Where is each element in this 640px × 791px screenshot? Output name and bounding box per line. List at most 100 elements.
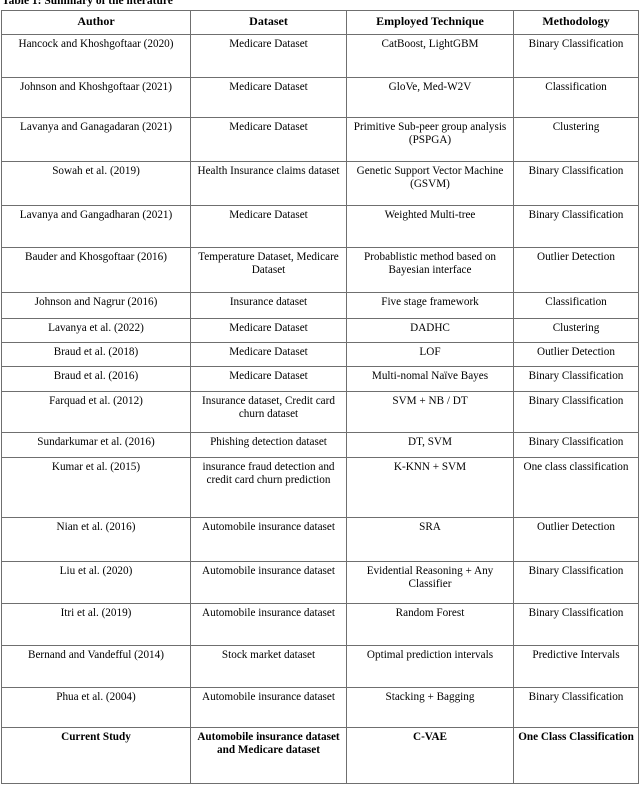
literature-summary-table-wrapper: Author Dataset Employed Technique Method… <box>1 10 639 784</box>
author-cell: Hancock and Khoshgoftaar (2020) <box>1 33 191 78</box>
employed-technique-cell: Random Forest <box>346 602 514 646</box>
author-cell: Sundarkumar et al. (2016) <box>1 431 191 458</box>
author-cell: Kumar et al. (2015) <box>1 456 191 518</box>
column-header-methodology: Methodology <box>513 10 639 35</box>
methodology-cell: Binary Classification <box>513 365 639 392</box>
dataset-cell: Medicare Dataset <box>190 33 347 78</box>
table-row: Hancock and Khoshgoftaar (2020) Medicare … <box>1 33 639 78</box>
table-row: Braud et al. (2016) Medicare Dataset Multi… <box>1 365 639 392</box>
methodology-cell: Outlier Detection <box>513 516 639 562</box>
dataset-cell: Stock market dataset <box>190 644 347 688</box>
table-row: Farquad et al. (2012) Insurance dataset, … <box>1 390 639 433</box>
employed-technique-cell: Weighted Multi-tree <box>346 204 514 248</box>
methodology-cell: Clustering <box>513 116 639 162</box>
table-row: Sowah et al. (2019) Health Insurance clai… <box>1 160 639 206</box>
employed-technique-cell: CatBoost, LightGBM <box>346 33 514 78</box>
employed-technique-cell: SRA <box>346 516 514 562</box>
methodology-cell: Binary Classification <box>513 431 639 458</box>
methodology-cell: Outlier Detection <box>513 246 639 293</box>
column-header-employed-technique: Employed Technique <box>346 10 514 35</box>
employed-technique-cell: DT, SVM <box>346 431 514 458</box>
methodology-cell: Binary Classification <box>513 33 639 78</box>
table-caption-clip: Table 1: Summary of the literature <box>2 0 402 10</box>
employed-technique-cell: Evidential Reasoning + Any Classifier <box>346 560 514 604</box>
table-row: Johnson and Khoshgoftaar (2021) Medicare … <box>1 76 639 118</box>
column-header-author: Author <box>1 10 191 35</box>
employed-technique-cell: K-KNN + SVM <box>346 456 514 518</box>
column-header-dataset: Dataset <box>190 10 347 35</box>
table-body: Hancock and Khoshgoftaar (2020) Medicare … <box>1 33 639 784</box>
methodology-cell: Classification <box>513 76 639 118</box>
author-cell: Bernand and Vandefful (2014) <box>1 644 191 688</box>
employed-technique-cell: LOF <box>346 341 514 367</box>
dataset-cell: Automobile insurance dataset <box>190 560 347 604</box>
table-header: Author Dataset Employed Technique Method… <box>1 10 639 35</box>
dataset-cell: Medicare Dataset <box>190 76 347 118</box>
dataset-cell: Medicare Dataset <box>190 116 347 162</box>
methodology-cell: Binary Classification <box>513 602 639 646</box>
employed-technique-cell: GloVe, Med-W2V <box>346 76 514 118</box>
table-row: Liu et al. (2020) Automobile insurance da… <box>1 560 639 604</box>
methodology-cell: Binary Classification <box>513 390 639 433</box>
table-row: Current Study Automobile insurance datase… <box>1 726 639 784</box>
methodology-cell: Clustering <box>513 317 639 343</box>
methodology-cell: Binary Classification <box>513 686 639 728</box>
table-row: Braud et al. (2018) Medicare Dataset LOF Ou… <box>1 341 639 367</box>
author-cell: Lavanya and Gangadharan (2021) <box>1 204 191 248</box>
table-row: Phua et al. (2004) Automobile insurance d… <box>1 686 639 728</box>
author-cell: Bauder and Khosgoftaar (2016) <box>1 246 191 293</box>
dataset-cell: Automobile insurance dataset <box>190 516 347 562</box>
dataset-cell: Medicare Dataset <box>190 341 347 367</box>
dataset-cell: Medicare Dataset <box>190 204 347 248</box>
employed-technique-cell: Primitive Sub-peer group analysis (PSPGA… <box>346 116 514 162</box>
methodology-cell: Binary Classification <box>513 560 639 604</box>
dataset-cell: Health Insurance claims dataset <box>190 160 347 206</box>
methodology-cell: Classification <box>513 291 639 319</box>
table-row: Lavanya and Ganagadaran (2021) Medicare D… <box>1 116 639 162</box>
employed-technique-cell: Stacking + Bagging <box>346 686 514 728</box>
author-cell: Phua et al. (2004) <box>1 686 191 728</box>
employed-technique-cell: Five stage framework <box>346 291 514 319</box>
dataset-cell: Insurance dataset, Credit card churn dat… <box>190 390 347 433</box>
dataset-cell: insurance fraud detection and credit car… <box>190 456 347 518</box>
document-page: Table 1: Summary of the literature Autho… <box>0 0 640 791</box>
table-caption: Table 1: Summary of the literature <box>2 0 173 7</box>
table-row: Bernand and Vandefful (2014) Stock market… <box>1 644 639 688</box>
methodology-cell: Binary Classification <box>513 204 639 248</box>
employed-technique-cell: Optimal prediction intervals <box>346 644 514 688</box>
author-cell: Nian et al. (2016) <box>1 516 191 562</box>
dataset-cell: Medicare Dataset <box>190 317 347 343</box>
dataset-cell: Insurance dataset <box>190 291 347 319</box>
methodology-cell: Binary Classification <box>513 160 639 206</box>
table-row: Johnson and Nagrur (2016) Insurance datas… <box>1 291 639 319</box>
author-cell: Braud et al. (2016) <box>1 365 191 392</box>
author-cell: Lavanya and Ganagadaran (2021) <box>1 116 191 162</box>
author-cell: Current Study <box>1 726 191 784</box>
methodology-cell: One class classification <box>513 456 639 518</box>
literature-summary-table: Author Dataset Employed Technique Method… <box>1 10 639 784</box>
table-row: Sundarkumar et al. (2016) Phishing detect… <box>1 431 639 458</box>
table-row: Kumar et al. (2015) insurance fraud detec… <box>1 456 639 518</box>
dataset-cell: Temperature Dataset, Medicare Dataset <box>190 246 347 293</box>
table-row: Lavanya et al. (2022) Medicare Dataset DAD… <box>1 317 639 343</box>
author-cell: Itri et al. (2019) <box>1 602 191 646</box>
employed-technique-cell: Probablistic method based on Bayesian in… <box>346 246 514 293</box>
dataset-cell: Automobile insurance dataset <box>190 602 347 646</box>
methodology-cell: Outlier Detection <box>513 341 639 367</box>
dataset-cell: Automobile insurance dataset <box>190 686 347 728</box>
author-cell: Johnson and Khoshgoftaar (2021) <box>1 76 191 118</box>
author-cell: Liu et al. (2020) <box>1 560 191 604</box>
author-cell: Braud et al. (2018) <box>1 341 191 367</box>
author-cell: Sowah et al. (2019) <box>1 160 191 206</box>
dataset-cell: Automobile insurance dataset and Medicar… <box>190 726 347 784</box>
methodology-cell: One Class Classification <box>513 726 639 784</box>
employed-technique-cell: Multi-nomal Naïve Bayes <box>346 365 514 392</box>
table-row: Nian et al. (2016) Automobile insurance d… <box>1 516 639 562</box>
table-row: Lavanya and Gangadharan (2021) Medicare D… <box>1 204 639 248</box>
employed-technique-cell: DADHC <box>346 317 514 343</box>
author-cell: Johnson and Nagrur (2016) <box>1 291 191 319</box>
author-cell: Farquad et al. (2012) <box>1 390 191 433</box>
author-cell: Lavanya et al. (2022) <box>1 317 191 343</box>
employed-technique-cell: C-VAE <box>346 726 514 784</box>
dataset-cell: Medicare Dataset <box>190 365 347 392</box>
